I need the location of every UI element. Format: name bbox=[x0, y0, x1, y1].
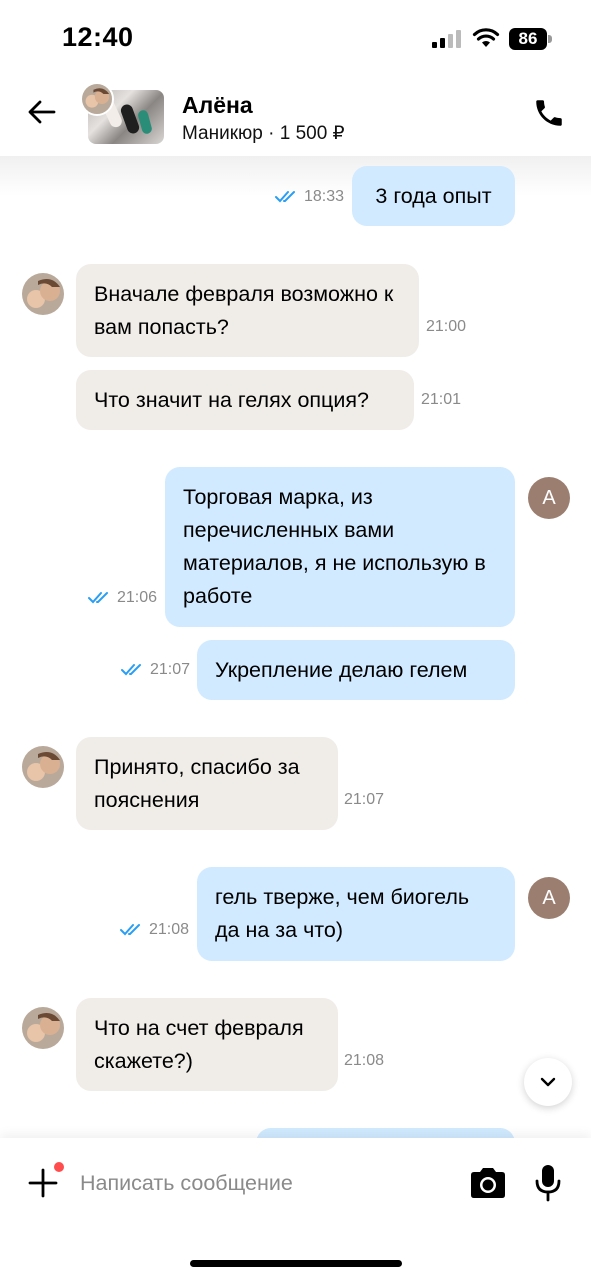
message-time: 21:06 bbox=[117, 589, 158, 606]
back-arrow-icon[interactable] bbox=[26, 96, 58, 128]
signal-icon bbox=[432, 30, 461, 48]
microphone-icon[interactable] bbox=[534, 1164, 562, 1202]
message-bubble[interactable]: Вначале февраля возможно к вам попасть? bbox=[76, 264, 419, 357]
contact-avatar[interactable] bbox=[80, 82, 114, 116]
message-input[interactable] bbox=[80, 1164, 450, 1202]
chat-header: Алёна Маникюр · 1 500 ₽ bbox=[0, 78, 591, 156]
message-bubble[interactable]: Принято, спасибо за пояснения bbox=[76, 737, 338, 830]
contact-name[interactable]: Алёна bbox=[182, 92, 253, 119]
message-bubble[interactable]: Что значит на гелях опция? bbox=[76, 370, 414, 430]
scroll-to-bottom-button[interactable] bbox=[524, 1058, 572, 1106]
plus-icon[interactable] bbox=[28, 1168, 58, 1198]
message-time: 21:07 bbox=[344, 791, 385, 808]
battery-icon: 86 bbox=[509, 28, 553, 50]
message-bubble[interactable]: Что на счет февраля скажете?) bbox=[76, 998, 338, 1091]
status-bar: 12:40 86 bbox=[0, 0, 591, 78]
message-bubble[interactable]: Укрепление делаю гелем bbox=[197, 640, 515, 700]
notification-dot bbox=[54, 1162, 64, 1172]
message-time: 21:08 bbox=[344, 1052, 385, 1069]
chevron-down-icon bbox=[540, 1077, 556, 1087]
message-time: 21:01 bbox=[421, 391, 462, 408]
message-bubble[interactable]: 3 года опыт bbox=[352, 166, 515, 226]
message-composer bbox=[0, 1138, 591, 1280]
double-check-icon bbox=[120, 924, 140, 936]
listing-subtitle[interactable]: Маникюр · 1 500 ₽ bbox=[182, 122, 345, 145]
double-check-icon bbox=[275, 191, 295, 203]
status-time: 12:40 bbox=[62, 22, 134, 52]
phone-icon[interactable] bbox=[532, 96, 566, 130]
user-avatar[interactable]: А bbox=[528, 877, 570, 919]
double-check-icon bbox=[88, 592, 108, 604]
camera-icon[interactable] bbox=[468, 1166, 508, 1200]
home-indicator bbox=[190, 1260, 402, 1267]
message-time: 18:33 bbox=[304, 188, 345, 205]
message-time: 21:08 bbox=[149, 921, 190, 938]
user-avatar[interactable]: А bbox=[528, 477, 570, 519]
contact-avatar[interactable] bbox=[22, 746, 64, 788]
wifi-icon bbox=[472, 28, 500, 47]
message-time: 21:00 bbox=[426, 318, 467, 335]
double-check-icon bbox=[121, 664, 141, 676]
battery-level: 86 bbox=[509, 28, 547, 50]
contact-avatar[interactable] bbox=[22, 1007, 64, 1049]
message-bubble[interactable]: Торговая марка, из перечисленных вами ма… bbox=[165, 467, 515, 627]
message-bubble[interactable]: гель тверже, чем биогель да на за что) bbox=[197, 867, 515, 961]
contact-avatar[interactable] bbox=[22, 273, 64, 315]
message-time: 21:07 bbox=[150, 661, 191, 678]
